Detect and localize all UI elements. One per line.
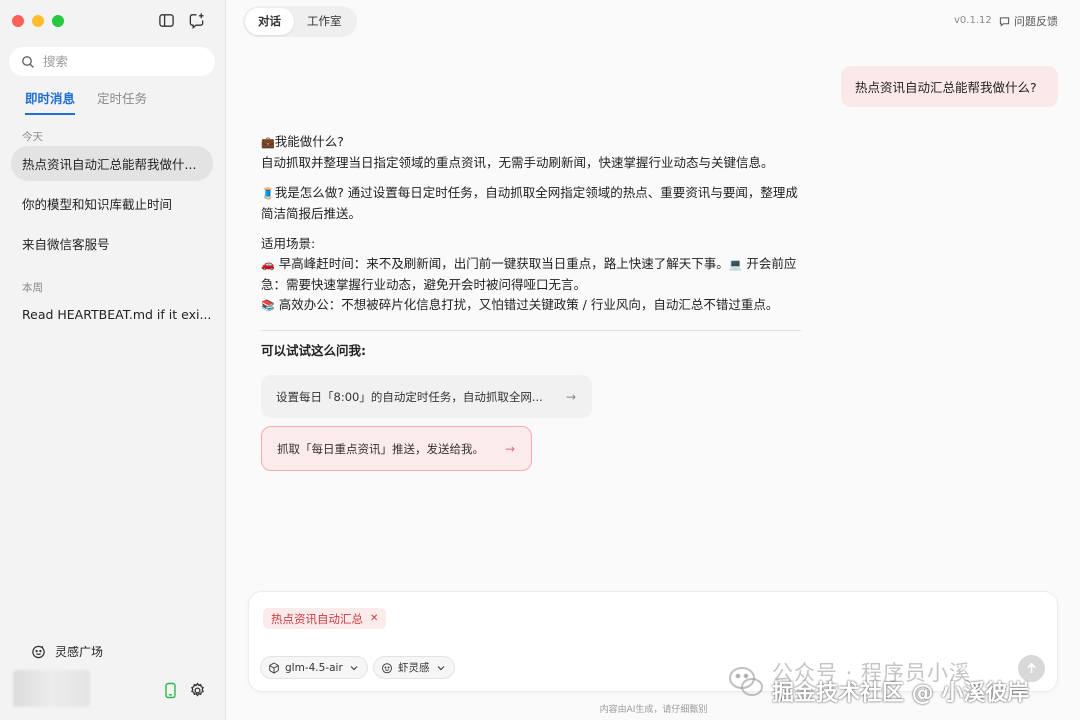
briefcase-icon: 💼 (261, 136, 275, 149)
search-box[interactable] (9, 47, 215, 76)
thread-icon: 🧵 (261, 187, 275, 200)
search-input[interactable] (43, 54, 193, 69)
chevron-down-icon (437, 665, 444, 670)
minimize-window-button[interactable] (32, 15, 44, 27)
chevron-down-icon (350, 665, 358, 670)
conversation-item[interactable]: 你的模型和知识库截止时间 (11, 186, 213, 221)
tab-studio[interactable]: 工作室 (294, 8, 355, 35)
main-panel: 对话 工作室 v0.1.12 问题反馈 热点资讯自动汇总能帮我做什么? 💼我能做… (227, 0, 1080, 720)
version-label: v0.1.12 (954, 15, 992, 26)
suggestion-label: 抓取「每日重点资讯」推送，发送给我。 (277, 441, 484, 456)
watermark: 公众号 · 程序员小溪 掘金技术社区 @ 小溪彼岸 (726, 657, 1029, 707)
tab-scheduled-tasks[interactable]: 定时任务 (97, 88, 147, 115)
cube-icon (269, 661, 279, 674)
search-icon (22, 55, 34, 68)
close-window-button[interactable] (12, 15, 24, 27)
conversation-item[interactable]: Read HEARTBEAT.md if it exi... (11, 297, 213, 332)
suggestion-button[interactable]: 抓取「每日重点资讯」推送，发送给我。 → (261, 426, 532, 471)
arrow-right-icon: → (504, 442, 515, 456)
view-tabs: 对话 工作室 (243, 6, 357, 37)
smile-icon (32, 645, 45, 659)
zoom-window-button[interactable] (52, 15, 64, 27)
assistant-reply: 💼我能做什么? 自动抓取并整理当日指定领域的重点资讯，无需手动刷新闻，快速掌握行… (261, 132, 801, 479)
reply-scenes-title: 适用场景: (261, 236, 316, 251)
toggle-sidebar-icon[interactable] (157, 11, 175, 29)
reply-how-body: 我是怎么做? 通过设置每日定时任务，自动抓取全网指定领域的热点、重要资讯与要闻，… (261, 185, 798, 221)
feedback-label: 问题反馈 (1014, 15, 1058, 28)
car-icon: 🚗 (261, 258, 275, 271)
arrow-right-icon: → (565, 390, 576, 404)
try-asking-title: 可以试试这么问我: (261, 343, 366, 358)
watermark-line-2: 掘金技术社区 @ 小溪彼岸 (772, 681, 1030, 706)
group-label-today: 今天 (22, 131, 43, 143)
reply-scene-3: 高效办公：不想被碎片化信息打扰，又怕错过关键政策 / 行业风向，自动汇总不错过重… (278, 297, 779, 312)
reply-scene-1: 早高峰赶时间：来不及刷新闻，出门前一键获取当日重点，路上快速了解天下事。 (278, 256, 729, 271)
comment-icon (999, 16, 1010, 27)
books-icon: 📚 (261, 299, 275, 312)
mode-selector[interactable]: 虾灵感 (373, 656, 455, 679)
user-avatar[interactable] (13, 670, 90, 707)
skill-chip-label: 热点资讯自动汇总 (271, 611, 363, 626)
model-selector[interactable]: glm-4.5-air (260, 656, 368, 679)
feedback-button[interactable]: 问题反馈 (999, 13, 1058, 29)
window-controls (12, 15, 64, 27)
suggestion-button[interactable]: 设置每日「8:00」的自动定时任务，自动抓取全网... → (261, 375, 592, 418)
tab-chat[interactable]: 对话 (245, 8, 294, 35)
user-message-bubble: 热点资讯自动汇总能帮我做什么? (841, 66, 1058, 107)
conversation-item[interactable]: 热点资讯自动汇总能帮我做什... (11, 146, 213, 181)
wechat-icon (729, 667, 763, 696)
model-selector-label: glm-4.5-air (285, 661, 343, 674)
skill-chip: 热点资讯自动汇总 ✕ (263, 608, 387, 629)
laptop-icon: 💻 (728, 258, 743, 271)
tab-instant-messages[interactable]: 即时消息 (25, 88, 76, 115)
conversation-item[interactable]: 来自微信客服号 (11, 226, 213, 261)
inspiration-plaza-label: 灵感广场 (55, 645, 104, 659)
smile-icon (382, 662, 392, 673)
new-chat-icon[interactable] (187, 11, 205, 29)
reply-what-body: 自动抓取并整理当日指定领域的重点资讯，无需手动刷新闻，快速掌握行业动态与关键信息… (261, 155, 774, 170)
suggestion-label: 设置每日「8:00」的自动定时任务，自动抓取全网... (276, 389, 543, 404)
remove-chip-icon[interactable]: ✕ (370, 613, 378, 624)
sidebar: 即时消息 定时任务 今天 热点资讯自动汇总能帮我做什... 你的模型和知识库截止… (0, 0, 226, 720)
divider (261, 330, 801, 331)
gear-icon[interactable] (189, 682, 206, 699)
phone-icon[interactable] (162, 682, 179, 699)
mode-selector-label: 虾灵感 (398, 662, 430, 674)
inspiration-plaza-link[interactable]: 灵感广场 (31, 643, 103, 660)
reply-what-title: 我能做什么? (274, 134, 344, 149)
group-label-this-week: 本周 (22, 282, 43, 294)
